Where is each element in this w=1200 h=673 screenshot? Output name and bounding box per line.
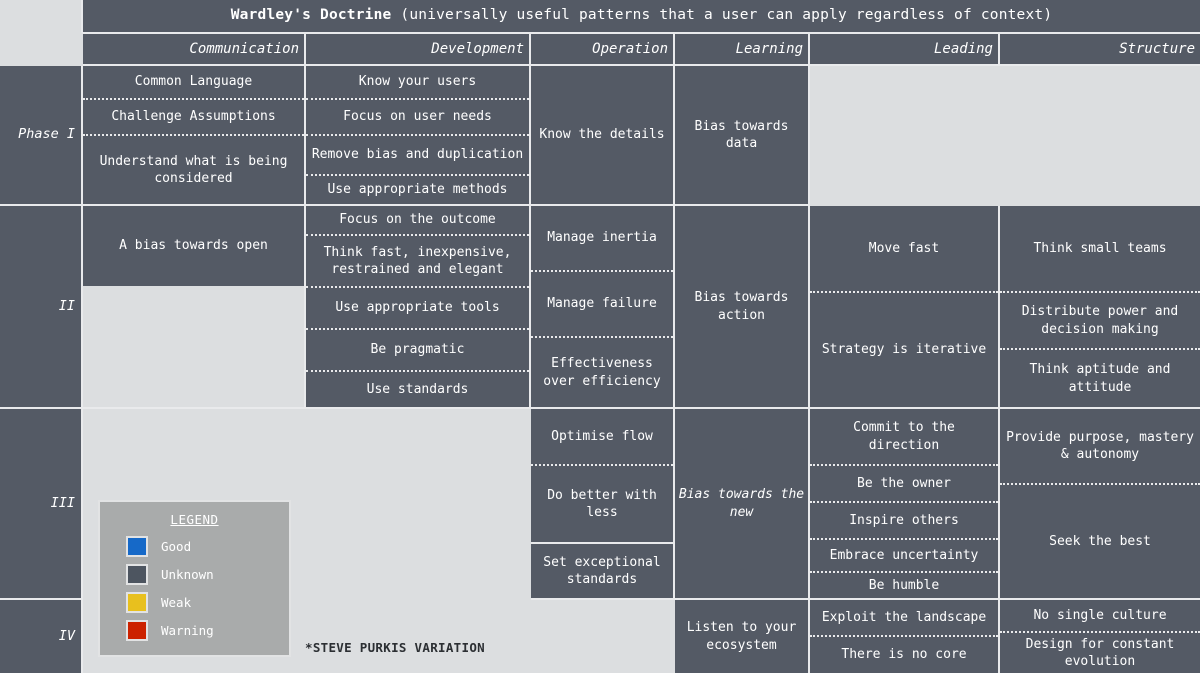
item: Bias towards data <box>694 118 789 151</box>
cell-phase4-leading: Exploit the landscape There is no core <box>810 600 1000 673</box>
item: Manage inertia <box>531 206 673 272</box>
item: There is no core <box>810 637 998 673</box>
row-label-phase-1: Phase I <box>0 66 83 206</box>
cell-phase1-development: Know your users Focus on user needs Remo… <box>306 66 531 206</box>
column-header-structure: Structure <box>1000 34 1200 66</box>
item: Focus on user needs <box>306 100 529 136</box>
cell-phase2-communication: A bias towards open <box>83 206 306 409</box>
item: Inspire others <box>810 503 998 540</box>
item: Strategy is iterative <box>810 293 998 407</box>
legend-label-unknown: Unknown <box>161 567 214 582</box>
item: Optimise flow <box>531 409 673 466</box>
item: Bias towards action <box>694 290 789 323</box>
item: Focus on the outcome <box>306 206 529 236</box>
cell-phase1-leading-empty <box>810 66 1000 206</box>
item: Bias towards the new <box>678 487 805 520</box>
legend-item-warning: Warning <box>126 620 289 641</box>
legend-label-warning: Warning <box>161 623 214 638</box>
item: Be pragmatic <box>306 330 529 372</box>
cell-phase2-leading: Move fast Strategy is iterative <box>810 206 1000 409</box>
cell-phase4-operation-empty <box>531 600 675 673</box>
legend-box: LEGEND Good Unknown Weak Warning <box>98 500 291 657</box>
item: Use appropriate tools <box>306 288 529 330</box>
corner-cell-top <box>0 0 83 34</box>
item: Exploit the landscape <box>810 600 998 637</box>
item: Provide purpose, mastery & autonomy <box>1000 409 1200 485</box>
legend-swatch-warning <box>126 620 148 641</box>
item: Understand what is being considered <box>83 136 304 204</box>
item: Be humble <box>810 573 998 598</box>
cell-phase3-operation: Optimise flow Do better with less Set ex… <box>531 409 675 600</box>
item: Commit to the direction <box>810 409 998 466</box>
row-label-phase-3: III <box>0 409 83 600</box>
cell-phase1-communication: Common Language Challenge Assumptions Un… <box>83 66 306 206</box>
legend-title: LEGEND <box>170 512 219 527</box>
item: Embrace uncertainty <box>810 540 998 573</box>
filler <box>83 286 304 407</box>
item: Use standards <box>306 372 529 407</box>
legend-item-good: Good <box>126 536 289 557</box>
item: Remove bias and duplication <box>306 136 529 176</box>
cell-phase2-structure: Think small teams Distribute power and d… <box>1000 206 1200 409</box>
legend-label-good: Good <box>161 539 192 554</box>
item: Think small teams <box>1000 206 1200 293</box>
item: Effectiveness over efficiency <box>531 338 673 407</box>
item: Think aptitude and attitude <box>1000 350 1200 407</box>
item: Use appropriate methods <box>306 176 529 204</box>
item: Listen to your ecosystem <box>686 620 797 653</box>
cell-phase2-operation: Manage inertia Manage failure Effectiven… <box>531 206 675 409</box>
item: Know your users <box>306 66 529 100</box>
item: Distribute power and decision making <box>1000 293 1200 350</box>
column-header-leading: Leading <box>810 34 1000 66</box>
column-header-operation: Operation <box>531 34 675 66</box>
cell-phase3-learning: Bias towards the new <box>675 409 810 600</box>
cell-phase4-learning: Listen to your ecosystem <box>675 600 810 673</box>
row-label-phase-4: IV <box>0 600 83 673</box>
item: Move fast <box>810 206 998 293</box>
item: Set exceptional standards <box>531 542 673 598</box>
legend-swatch-good <box>126 536 148 557</box>
item: No single culture <box>1000 600 1200 633</box>
item: Design for constant evolution <box>1000 633 1200 673</box>
cell-phase4-development-empty <box>306 600 531 673</box>
legend-item-weak: Weak <box>126 592 289 613</box>
cell-phase4-structure: No single culture Design for constant ev… <box>1000 600 1200 673</box>
item: Think fast, inexpensive, restrained and … <box>306 236 529 288</box>
cell-phase1-structure-empty <box>1000 66 1200 206</box>
item: Do better with less <box>531 466 673 542</box>
column-header-learning: Learning <box>675 34 810 66</box>
item: Common Language <box>83 66 304 100</box>
cell-phase1-operation: Know the details <box>531 66 675 206</box>
cell-phase3-development-empty <box>306 409 531 600</box>
item: Challenge Assumptions <box>83 100 304 136</box>
legend-swatch-weak <box>126 592 148 613</box>
item: Seek the best <box>1000 485 1200 598</box>
item: Be the owner <box>810 466 998 503</box>
page-title: Wardley's Doctrine (universally useful p… <box>83 0 1200 34</box>
cell-phase3-structure: Provide purpose, mastery & autonomy Seek… <box>1000 409 1200 600</box>
item: Manage failure <box>531 272 673 338</box>
legend-swatch-unknown <box>126 564 148 585</box>
title-rest: (universally useful patterns that a user… <box>391 7 1053 24</box>
column-header-communication: Communication <box>83 34 306 66</box>
legend-label-weak: Weak <box>161 595 192 610</box>
cell-phase2-development: Focus on the outcome Think fast, inexpen… <box>306 206 531 409</box>
row-label-phase-2: II <box>0 206 83 409</box>
title-strong: Wardley's Doctrine <box>230 7 392 24</box>
legend-item-unknown: Unknown <box>126 564 289 585</box>
footnote: *STEVE PURKIS VARIATION <box>305 640 485 655</box>
item: A bias towards open <box>83 206 304 286</box>
cell-phase3-leading: Commit to the direction Be the owner Ins… <box>810 409 1000 600</box>
cell-phase1-learning: Bias towards data <box>675 66 810 206</box>
corner-cell-headers <box>0 34 83 66</box>
cell-phase2-learning: Bias towards action <box>675 206 810 409</box>
column-header-development: Development <box>306 34 531 66</box>
item: Know the details <box>539 127 665 143</box>
